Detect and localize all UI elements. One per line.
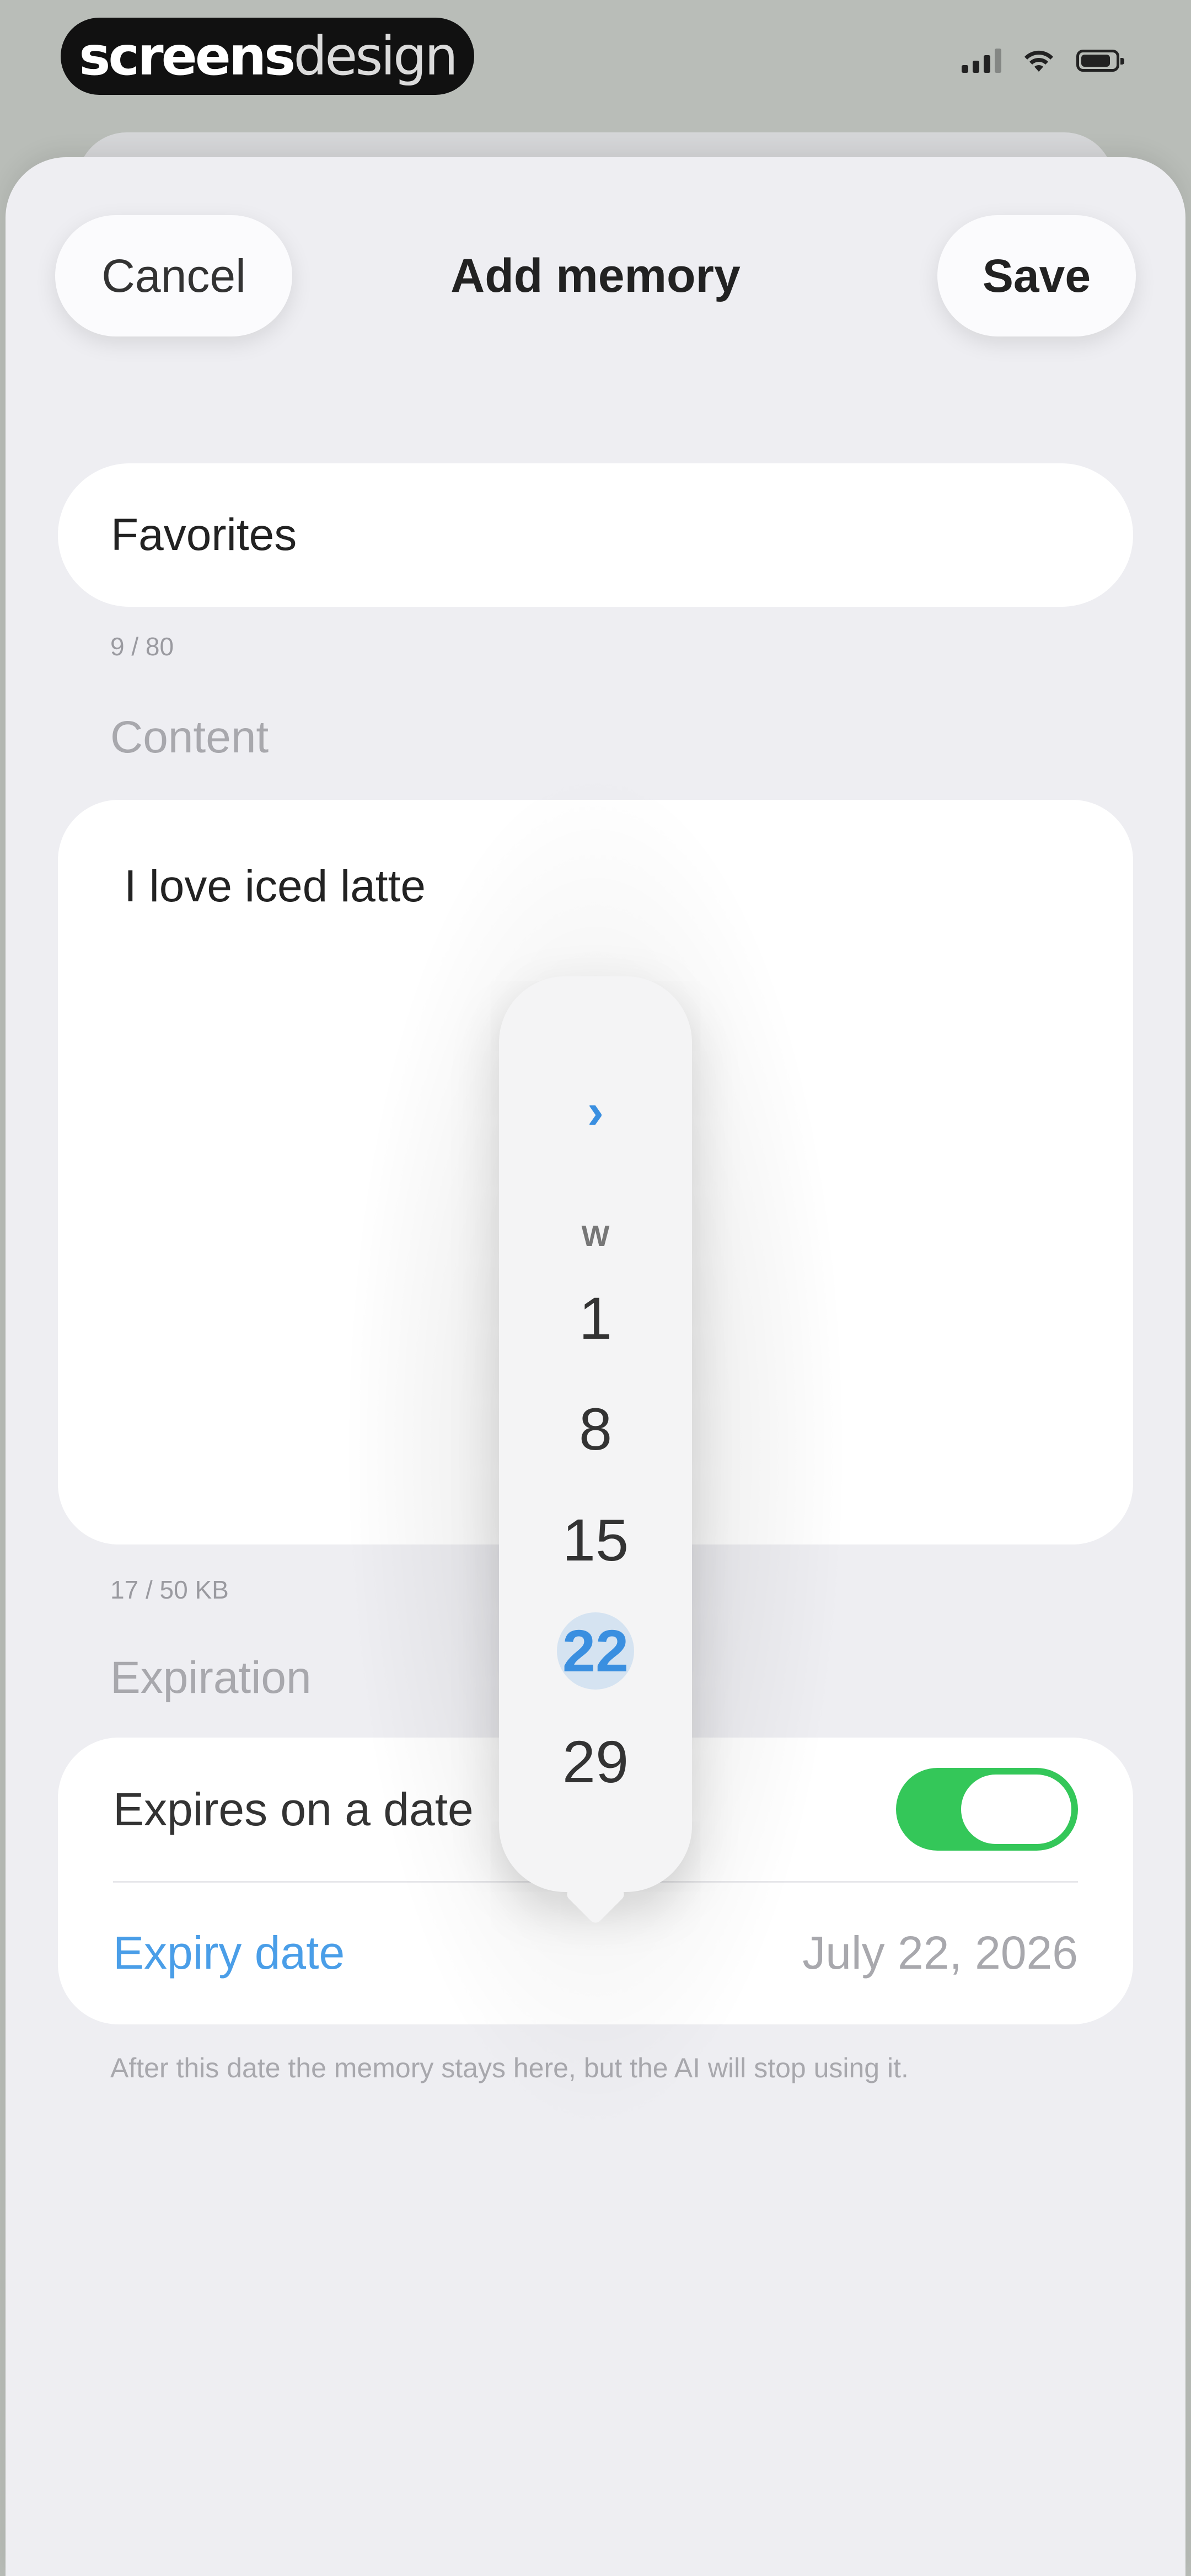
signal-icon [962, 49, 1001, 73]
expiry-date-label: Expiry date [113, 1926, 345, 1979]
chevron-right-icon[interactable]: › [499, 1084, 692, 1139]
expires-on-date-toggle[interactable] [896, 1768, 1078, 1851]
wifi-icon [1024, 50, 1053, 72]
status-icons [962, 49, 1124, 73]
day-option[interactable]: 8 [499, 1393, 692, 1465]
memory-name-input[interactable]: Favorites [58, 463, 1133, 607]
expires-on-date-label: Expires on a date [113, 1783, 474, 1835]
selected-day-label: 22 [557, 1612, 634, 1690]
content-size-counter: 17 / 50 KB [110, 1575, 229, 1604]
battery-icon [1076, 50, 1124, 72]
day-picker-popover: › W 1 8 15 22 29 [499, 976, 692, 1892]
day-option-selected[interactable]: 22 [499, 1612, 692, 1690]
day-option[interactable]: 15 [499, 1504, 692, 1576]
brand-bold: screens [79, 25, 296, 87]
name-char-counter: 9 / 80 [110, 632, 174, 661]
screensdesign-logo: screensdesign [61, 18, 474, 95]
toggle-knob [961, 1775, 1071, 1844]
content-section-label: Content [110, 712, 269, 762]
save-button[interactable]: Save [937, 215, 1136, 336]
content-text: I love iced latte [124, 861, 426, 911]
day-option[interactable]: 1 [499, 1282, 692, 1354]
expiry-date-value[interactable]: July 22, 2026 [802, 1926, 1078, 1980]
expiration-section-label: Expiration [110, 1653, 312, 1703]
brand-light: design [293, 25, 458, 87]
weekday-header: W [581, 1220, 610, 1253]
day-option[interactable]: 29 [499, 1726, 692, 1798]
expiration-footnote: After this date the memory stays here, b… [110, 2053, 909, 2083]
